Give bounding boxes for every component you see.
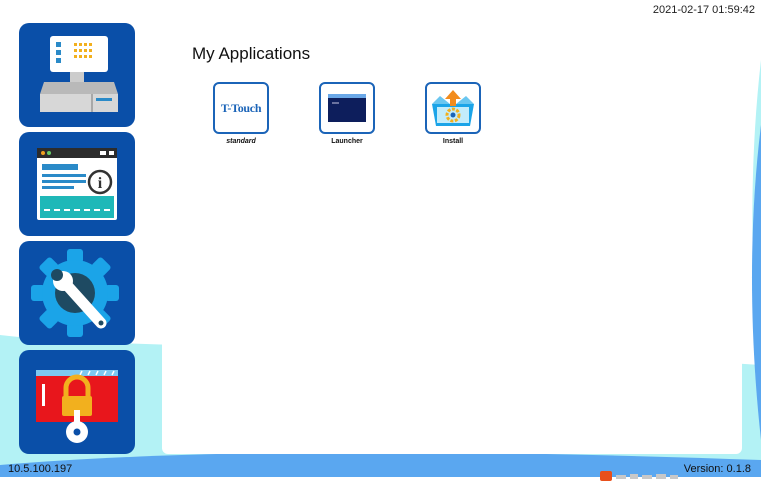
datetime-display: 2021-02-17 01:59:42 — [652, 4, 755, 16]
device-terminal-icon — [40, 36, 118, 112]
t-touch-icon: T-Touch — [213, 82, 269, 134]
app-launcher[interactable]: Launcher — [312, 82, 382, 145]
svg-text:i: i — [98, 175, 103, 192]
lock-key-icon — [36, 370, 118, 443]
app-label: standard — [226, 138, 256, 145]
sidebar-item-security[interactable] — [19, 350, 135, 454]
app-standard[interactable]: T-Touch standard — [206, 82, 276, 145]
terminal-window-icon — [319, 82, 375, 134]
ip-address: 10.5.100.197 — [8, 463, 73, 475]
sidebar-item-settings[interactable] — [19, 241, 135, 345]
gear-wrench-icon — [31, 249, 119, 337]
install-box-icon — [425, 82, 481, 134]
page-title: My Applications — [192, 44, 311, 63]
applications-panel: My Applications T-Touch standard Launche… — [162, 32, 742, 454]
app-install[interactable]: Install — [418, 82, 488, 145]
info-window-icon: i — [37, 148, 117, 220]
version-label: Version: 0.1.8 — [683, 463, 751, 475]
t-touch-logo-text: T-Touch — [220, 100, 262, 115]
brand-logo-icon — [600, 471, 678, 481]
app-label: Install — [442, 138, 464, 145]
sidebar-item-info[interactable]: i — [19, 132, 135, 236]
app-label: Launcher — [331, 138, 363, 145]
sidebar-item-device[interactable] — [19, 23, 135, 127]
